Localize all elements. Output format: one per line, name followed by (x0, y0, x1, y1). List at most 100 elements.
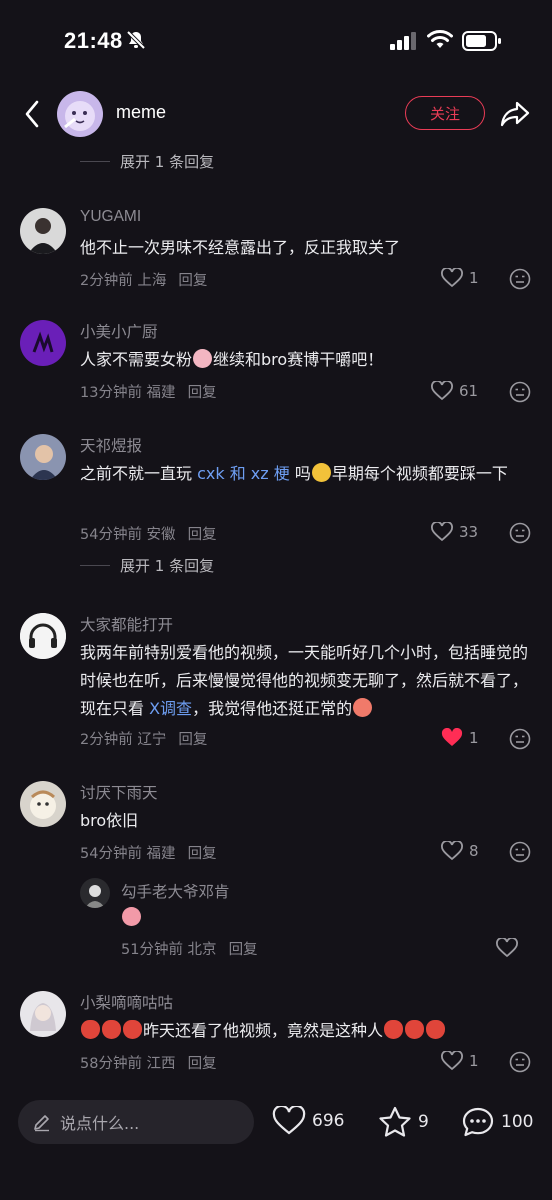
reply-button[interactable]: 回复 (188, 846, 217, 862)
like-count: 1 (469, 269, 479, 287)
reply-text (121, 904, 552, 932)
like-count: 61 (459, 382, 479, 400)
comment-text: 我两年前特别爱看他的视频，一天能听好几个小时，包括睡觉的时候也在听，后来慢慢觉得… (80, 643, 529, 718)
like-count: 8 (469, 842, 479, 860)
reply-button[interactable]: 回复 (229, 942, 258, 958)
comment-input[interactable]: 说点什么... (18, 1100, 254, 1144)
reply-button[interactable]: 回复 (178, 732, 207, 748)
comment-count: 100 (501, 1112, 534, 1132)
like-button[interactable] (496, 938, 524, 958)
comment-meta: 13分钟前 福建 回复 (80, 381, 217, 402)
heart-icon (496, 938, 518, 958)
crying-cat-emoji (193, 349, 213, 368)
heart-icon (441, 268, 463, 288)
flushed-emoji (353, 698, 373, 717)
author-avatar[interactable] (57, 91, 103, 137)
avatar[interactable] (20, 781, 66, 827)
expand-replies-button[interactable]: 展开 1 条回复 (80, 553, 214, 577)
topic-link[interactable]: cxk 和 xz 梗 (197, 464, 290, 483)
heart-icon (441, 1051, 463, 1071)
reply-username[interactable]: 勾手老大爷邓肯 (121, 880, 230, 902)
wifi-icon (427, 30, 453, 48)
follow-button[interactable]: 关注 (405, 96, 485, 130)
emoji-reaction-icon[interactable] (509, 522, 531, 544)
bottom-bar: 说点什么... 696 9 100 (0, 1090, 552, 1200)
reply-button[interactable]: 回复 (178, 273, 207, 289)
comment-meta: 58分钟前 江西 回复 (80, 1052, 217, 1073)
emoji-reaction-icon[interactable] (509, 268, 531, 290)
heart-icon (441, 841, 463, 861)
expand-replies-label: 展开 1 条回复 (120, 556, 215, 575)
avatar[interactable] (20, 320, 66, 366)
comment-username[interactable]: YUGAMI (80, 208, 141, 226)
like-button[interactable]: 61 (431, 381, 478, 401)
header: meme 关注 (0, 84, 552, 144)
like-button[interactable]: 33 (431, 522, 478, 542)
laughing-emoji (311, 463, 331, 482)
avatar[interactable] (20, 613, 66, 659)
author-name[interactable]: meme (116, 102, 166, 123)
heart-filled-icon (441, 728, 463, 746)
like-button[interactable]: 1 (441, 728, 479, 748)
bell-off-icon (126, 30, 146, 50)
heart-icon (431, 522, 453, 542)
comment-meta: 2分钟前 辽宁 回复 (80, 728, 207, 749)
favorite-button[interactable]: 9 (378, 1106, 429, 1138)
avatar[interactable] (80, 878, 110, 908)
like-button[interactable]: 1 (441, 1051, 479, 1071)
emoji-reaction-icon[interactable] (509, 381, 531, 403)
comment-meta: 51分钟前 北京 回复 (121, 938, 258, 959)
devil-emoji (426, 1020, 446, 1039)
status-bar: 21:48 (0, 0, 552, 84)
expand-line (80, 564, 110, 566)
comment-time: 13分钟前 福建 (80, 385, 176, 401)
comment-time: 2分钟前 辽宁 (80, 732, 167, 748)
heart-icon (431, 381, 453, 401)
like-count: 33 (459, 523, 479, 541)
comment-time: 2分钟前 上海 (80, 273, 167, 289)
like-count: 1 (469, 1052, 479, 1070)
reply-button[interactable]: 回复 (188, 1056, 217, 1072)
comment-meta: 2分钟前 上海 回复 (80, 269, 207, 290)
topic-link[interactable]: X调查 (149, 699, 192, 718)
avatar[interactable] (20, 991, 66, 1037)
back-icon[interactable] (20, 98, 44, 130)
like-post-button[interactable]: 696 (272, 1106, 344, 1136)
comment-username[interactable]: 小美小广厨 (80, 320, 158, 342)
reply-button[interactable]: 回复 (188, 527, 217, 543)
comment-time: 51分钟前 北京 (121, 942, 217, 958)
expand-replies-button[interactable]: 展开 1 条回复 (80, 149, 214, 173)
comment-username[interactable]: 小梨嘀嘀咕咕 (80, 991, 173, 1013)
favorite-count: 9 (418, 1112, 429, 1132)
signal-icon (390, 32, 416, 50)
share-icon[interactable] (499, 98, 531, 130)
comment-input-placeholder: 说点什么... (60, 1114, 140, 1133)
emoji-reaction-icon[interactable] (509, 1051, 531, 1073)
devil-emoji (102, 1020, 121, 1039)
devil-emoji (384, 1020, 404, 1039)
devil-emoji (81, 1020, 100, 1039)
reply-button[interactable]: 回复 (188, 385, 217, 401)
comment-username[interactable]: 天祁煜报 (80, 434, 142, 456)
post-like-count: 696 (312, 1111, 345, 1131)
comment-meta: 54分钟前 福建 回复 (80, 842, 217, 863)
devil-emoji (405, 1020, 425, 1039)
avatar[interactable] (20, 434, 66, 480)
devil-emoji (123, 1020, 142, 1039)
avatar[interactable] (20, 208, 66, 254)
comment-bubble-icon (462, 1107, 494, 1137)
star-icon (379, 1106, 411, 1137)
crying-emoji (122, 907, 141, 926)
comment-time: 54分钟前 福建 (80, 846, 176, 862)
like-button[interactable]: 1 (441, 268, 479, 288)
comment-meta: 54分钟前 安徽 回复 (80, 523, 217, 544)
emoji-reaction-icon[interactable] (509, 728, 531, 750)
expand-replies-label: 展开 1 条回复 (120, 152, 215, 171)
comment-username[interactable]: 讨厌下雨天 (80, 781, 158, 803)
comment-username[interactable]: 大家都能打开 (80, 613, 173, 635)
comment-time: 58分钟前 江西 (80, 1056, 176, 1072)
emoji-reaction-icon[interactable] (509, 841, 531, 863)
expand-line (80, 160, 110, 162)
comments-button[interactable]: 100 (461, 1106, 533, 1138)
like-button[interactable]: 8 (441, 841, 479, 861)
